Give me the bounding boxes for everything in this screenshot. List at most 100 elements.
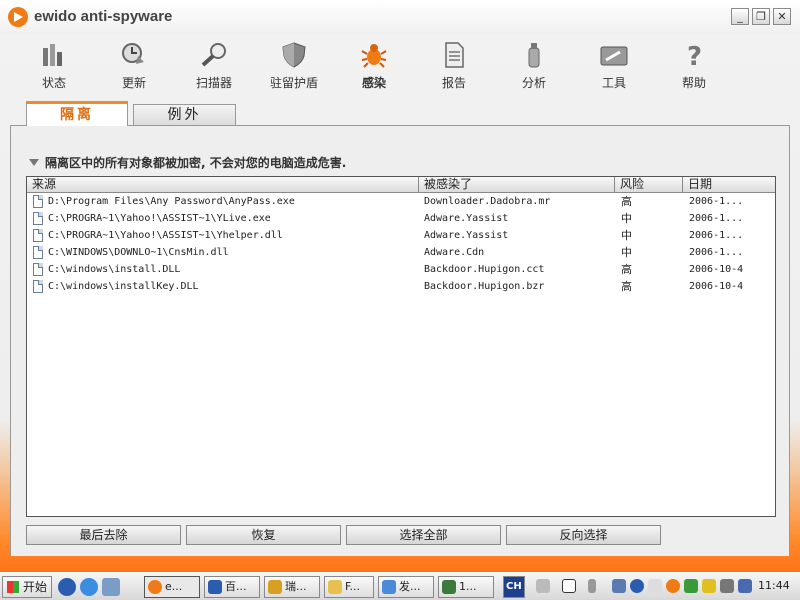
- row-risk: 高: [621, 263, 632, 276]
- file-icon: [33, 263, 43, 276]
- task-folder[interactable]: F...: [324, 576, 374, 598]
- row-risk: 中: [621, 246, 632, 259]
- task-image[interactable]: 1...: [438, 576, 494, 598]
- row-source: C:\windows\install.DLL: [48, 264, 181, 275]
- language-indicator[interactable]: CH: [503, 576, 525, 598]
- task-label: 百...: [225, 580, 247, 593]
- row-infected: Adware.Yassist: [424, 230, 509, 241]
- select-all-button[interactable]: 选择全部: [346, 525, 501, 545]
- tab-exceptions[interactable]: 例外: [133, 104, 236, 126]
- toolbar-report[interactable]: 报告: [418, 40, 490, 92]
- row-risk: 高: [621, 280, 632, 293]
- clock: 11:44: [758, 579, 790, 592]
- task-label: e...: [165, 580, 183, 593]
- row-risk: 中: [621, 229, 632, 242]
- help-tray-icon[interactable]: [562, 579, 576, 593]
- column-header-infected[interactable]: 被感染了: [419, 177, 615, 193]
- browser-task-icon: [208, 580, 222, 594]
- toolbar-analysis-label: 分析: [521, 76, 546, 90]
- table-row[interactable]: C:\WINDOWS\DOWNLO~1\CnsMin.dll Adware.Cd…: [27, 244, 775, 261]
- task-label: 1...: [459, 580, 477, 593]
- ie-icon[interactable]: [80, 578, 98, 596]
- column-header-date[interactable]: 日期: [683, 177, 775, 193]
- speaker-icon[interactable]: [720, 579, 734, 593]
- maximize-button[interactable]: ❐: [752, 8, 770, 25]
- toolbar-update[interactable]: 更新: [98, 40, 170, 92]
- quarantine-note[interactable]: 隔离区中的所有对象都被加密, 不会对您的电脑造成危害.: [29, 154, 346, 171]
- task-ewido[interactable]: e...: [144, 576, 200, 598]
- file-icon: [33, 246, 43, 259]
- file-icon: [33, 195, 43, 208]
- ewido-tray-icon[interactable]: [666, 579, 680, 593]
- tools-icon: [600, 42, 628, 68]
- toolbar-scanner[interactable]: 扫描器: [178, 40, 250, 92]
- task-label: 瑞...: [285, 580, 307, 593]
- security-tray-icon[interactable]: [648, 579, 662, 593]
- firewall-icon[interactable]: [738, 579, 752, 593]
- file-icon: [33, 212, 43, 225]
- bug-icon: [360, 42, 388, 68]
- ewido-logo-icon: [8, 7, 28, 27]
- table-row[interactable]: C:\PROGRA~1\Yahoo!\ASSIST~1\YLive.exe Ad…: [27, 210, 775, 227]
- row-date: 2006-10-4: [689, 281, 744, 292]
- maxthon-icon[interactable]: [58, 578, 76, 596]
- keyboard-icon[interactable]: [536, 579, 550, 593]
- taskbar: 开始 e... 百... 瑞... F... 发... 1... CH 11:4…: [0, 572, 800, 600]
- start-button[interactable]: 开始: [2, 576, 52, 598]
- toolbar-status[interactable]: 状态: [18, 40, 90, 92]
- umbrella-icon[interactable]: [684, 579, 698, 593]
- column-header-risk[interactable]: 风险: [615, 177, 683, 193]
- folder-task-icon: [328, 580, 342, 594]
- table-row[interactable]: C:\PROGRA~1\Yahoo!\ASSIST~1\Yhelper.dll …: [27, 227, 775, 244]
- network-icon[interactable]: [612, 579, 626, 593]
- table-row[interactable]: D:\Program Files\Any Password\AnyPass.ex…: [27, 193, 775, 210]
- toolbar-analysis[interactable]: 分析: [498, 40, 570, 92]
- toolbar-infections-label: 感染: [361, 76, 386, 90]
- restore-button[interactable]: 恢复: [186, 525, 341, 545]
- row-infected: Backdoor.Hupigon.cct: [424, 264, 545, 275]
- tray-menu-icon[interactable]: [588, 579, 596, 593]
- task-label: F...: [345, 580, 361, 593]
- task-baidu[interactable]: 百...: [204, 576, 260, 598]
- row-date: 2006-1...: [689, 230, 744, 241]
- svg-text:?: ?: [687, 42, 702, 68]
- help-icon: ?: [680, 42, 708, 72]
- ie-task-icon: [382, 580, 396, 594]
- quarantine-list[interactable]: 来源 被感染了 风险 日期 D:\Program Files\Any Passw…: [26, 176, 776, 517]
- toolbar-help[interactable]: ? 帮助: [658, 40, 730, 92]
- update-icon: [120, 42, 148, 68]
- table-row[interactable]: C:\windows\install.DLL Backdoor.Hupigon.…: [27, 261, 775, 278]
- column-header-source[interactable]: 来源: [27, 177, 419, 193]
- collapse-arrow-icon: [29, 159, 39, 166]
- toolbar-report-label: 报告: [441, 76, 466, 90]
- row-source: C:\WINDOWS\DOWNLO~1\CnsMin.dll: [48, 247, 229, 258]
- row-infected: Adware.Cdn: [424, 247, 485, 258]
- minimize-button[interactable]: _: [731, 8, 749, 25]
- task-rising[interactable]: 瑞...: [264, 576, 320, 598]
- quarantine-note-text: 隔离区中的所有对象都被加密, 不会对您的电脑造成危害.: [45, 156, 347, 170]
- recycle-bin-icon[interactable]: [102, 578, 120, 596]
- toolbar-help-label: 帮助: [681, 76, 706, 90]
- main-toolbar: 状态 更新 扫描器 驻留护盾 感染 报告 分析 工具 ? 帮助: [0, 34, 800, 96]
- title-bar: ewido anti-spyware _ ❐ ✕: [0, 0, 800, 34]
- toolbar-tools[interactable]: 工具: [578, 40, 650, 92]
- tab-quarantine[interactable]: 隔离: [26, 101, 128, 126]
- toolbar-update-label: 更新: [121, 76, 146, 90]
- row-risk: 高: [621, 195, 632, 208]
- toolbar-resident-shield[interactable]: 驻留护盾: [258, 40, 330, 92]
- invert-selection-button[interactable]: 反向选择: [506, 525, 661, 545]
- task-publish[interactable]: 发...: [378, 576, 434, 598]
- toolbar-tools-label: 工具: [601, 76, 626, 90]
- scanner-icon: [200, 42, 228, 68]
- toolbar-infections[interactable]: 感染: [338, 40, 410, 92]
- file-icon: [33, 280, 43, 293]
- table-row[interactable]: C:\windows\installKey.DLL Backdoor.Hupig…: [27, 278, 775, 295]
- row-date: 2006-1...: [689, 247, 744, 258]
- warning-icon[interactable]: [702, 579, 716, 593]
- delete-button[interactable]: 最后去除: [26, 525, 181, 545]
- maxthon-tray-icon[interactable]: [630, 579, 644, 593]
- row-source: D:\Program Files\Any Password\AnyPass.ex…: [48, 196, 295, 207]
- close-button[interactable]: ✕: [773, 8, 791, 25]
- row-infected: Backdoor.Hupigon.bzr: [424, 281, 545, 292]
- toolbar-resident-shield-label: 驻留护盾: [269, 76, 318, 90]
